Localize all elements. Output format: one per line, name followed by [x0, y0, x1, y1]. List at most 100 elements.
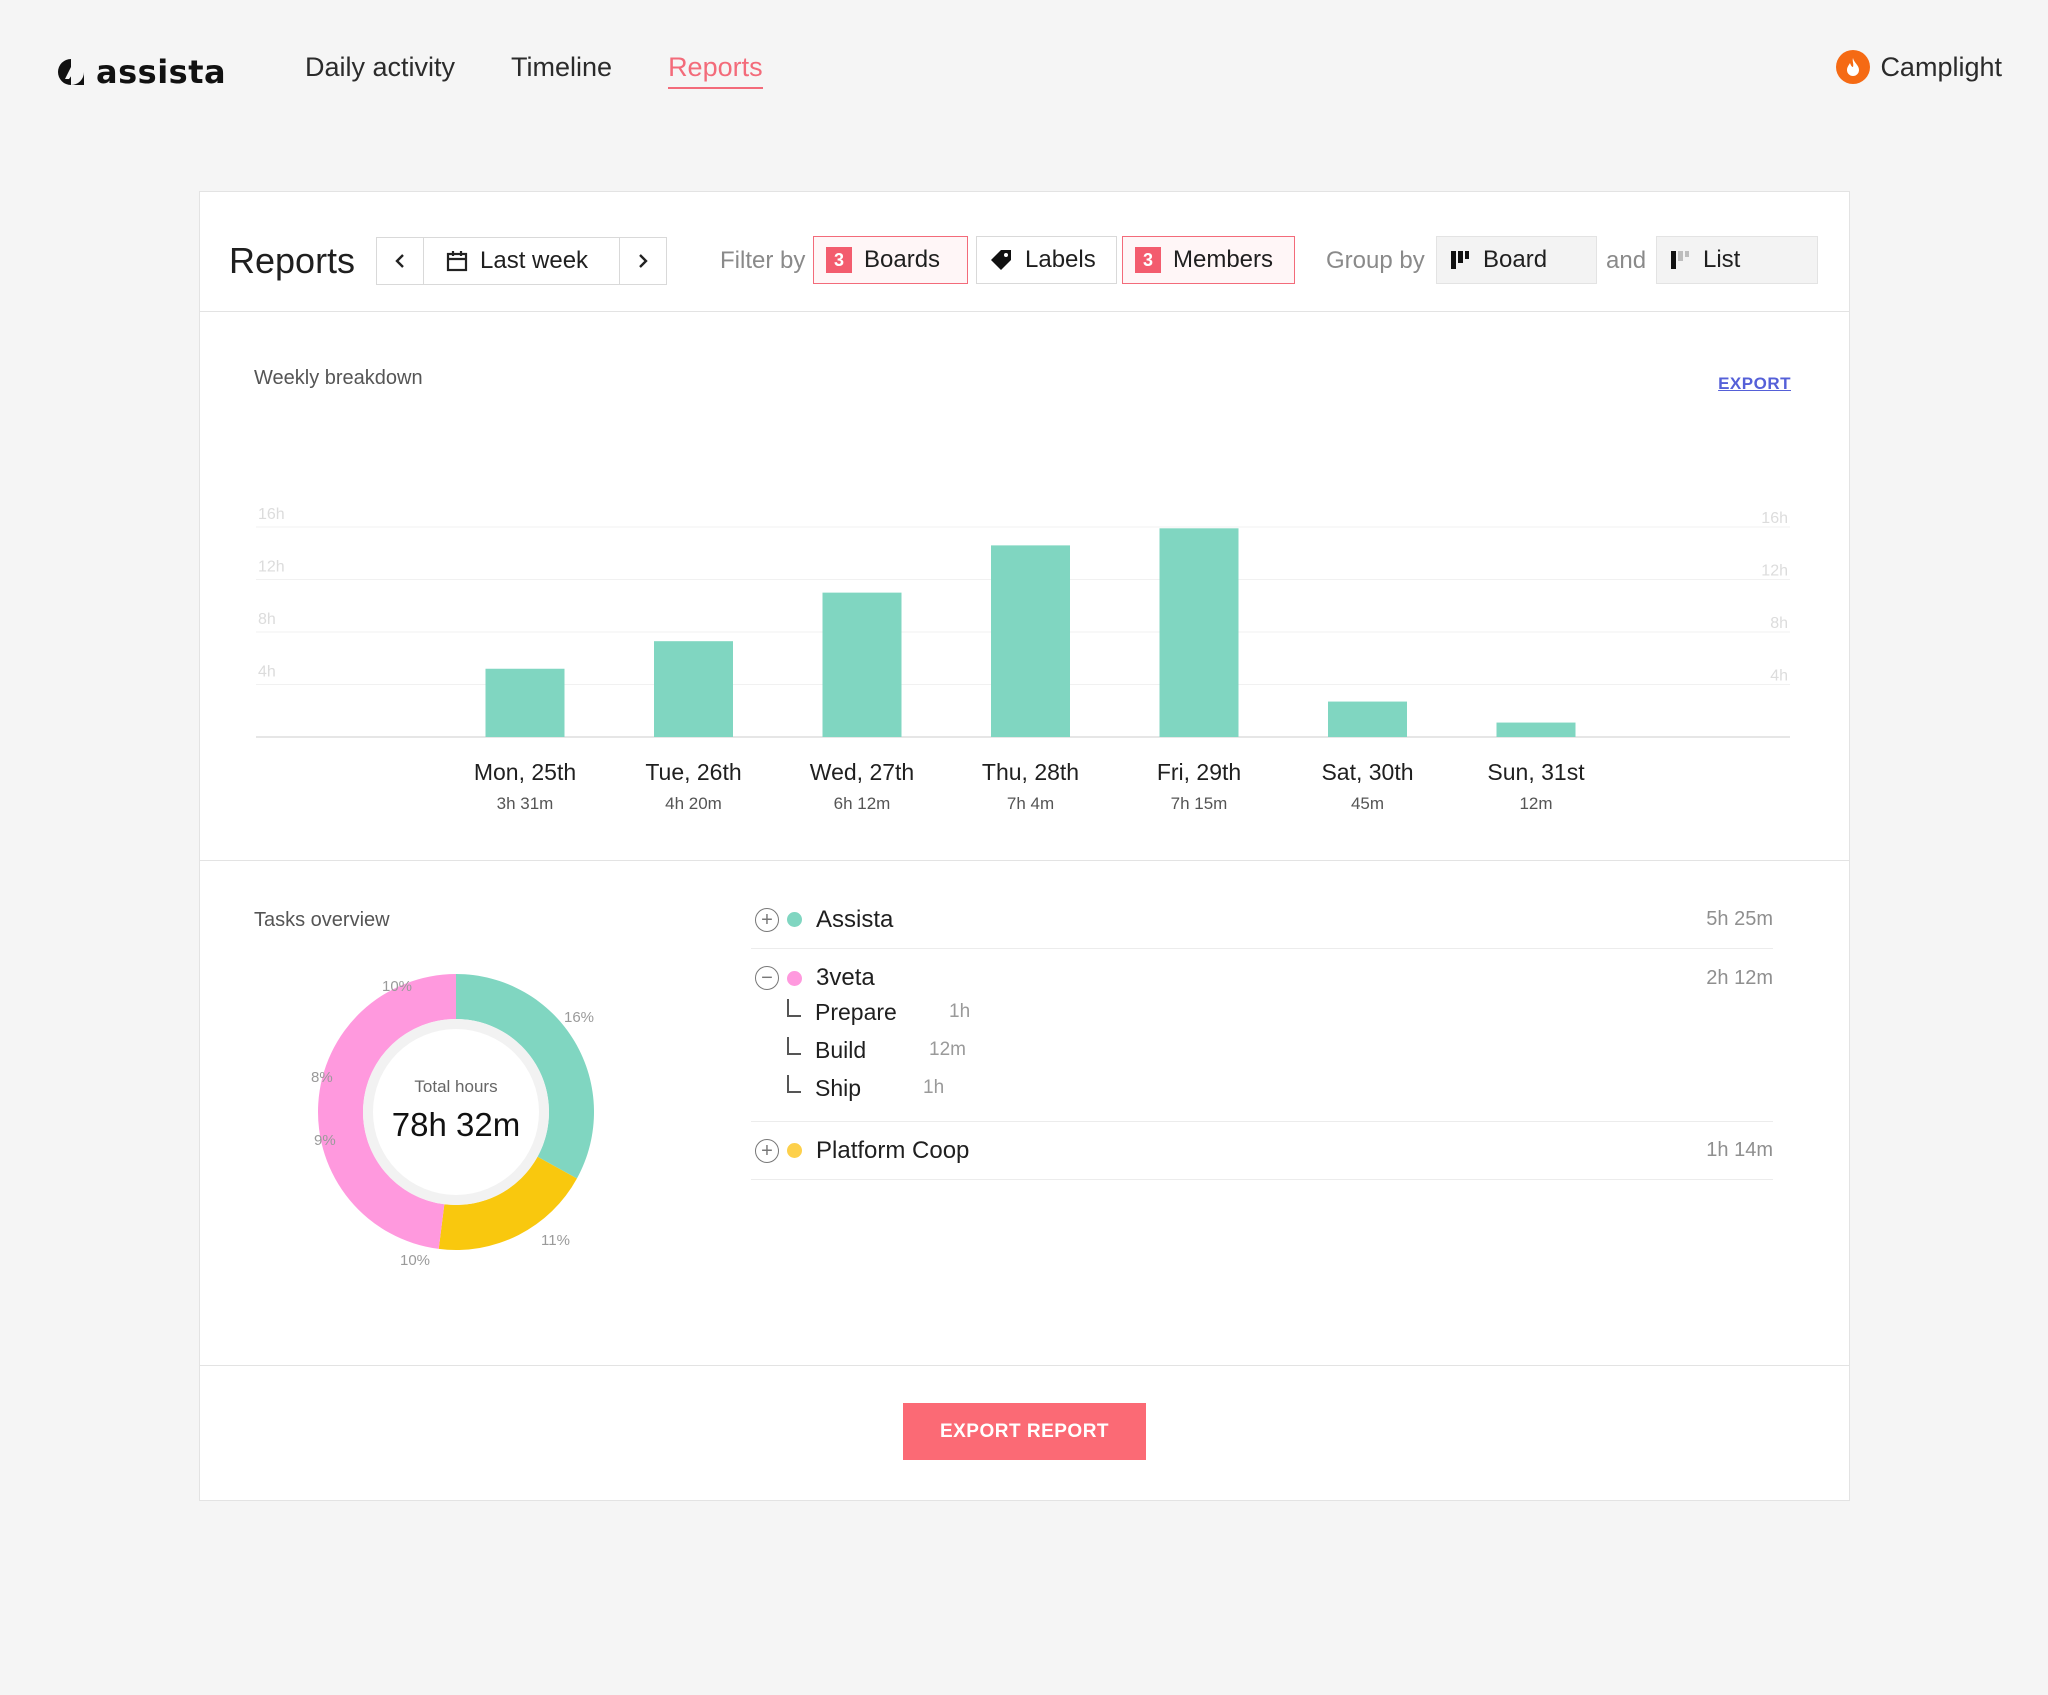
y-tick-label-left: 12h	[258, 559, 285, 576]
task-time: 5h 25m	[1706, 908, 1773, 930]
top-bar: assista Daily activity Timeline Reports …	[0, 0, 2048, 145]
y-tick-label-left: 8h	[258, 611, 276, 628]
report-toolbar: Reports Last week Filter by 3 Boards Lab…	[200, 192, 1849, 312]
weekly-breakdown-section: Weekly breakdown EXPORT 16h 16h 12h 12h 8h 8h…	[200, 312, 1849, 861]
board-icon	[1451, 251, 1469, 269]
next-period-button[interactable]	[620, 238, 666, 284]
subtask-time: 12m	[929, 1039, 966, 1060]
calendar-icon	[446, 251, 468, 272]
org-switcher[interactable]: Camplight	[1836, 50, 2002, 84]
donut-percent-label: 16%	[564, 1009, 594, 1026]
bar-value-label: 7h 15m	[1171, 794, 1228, 813]
donut-title: Total hours	[414, 1077, 497, 1096]
logo[interactable]: assista	[56, 52, 226, 92]
donut-percent-label: 9%	[314, 1132, 336, 1149]
filter-by-label: Filter by	[720, 247, 806, 274]
donut-percent-label: 8%	[311, 1069, 333, 1086]
tree-branch-icon	[787, 1075, 801, 1093]
labels-filter-label: Labels	[1025, 246, 1096, 273]
date-range-label: Last week	[480, 247, 589, 274]
x-tick-label: Wed, 27th	[810, 759, 914, 785]
y-tick-label-left: 4h	[258, 664, 276, 681]
nav-timeline[interactable]: Timeline	[511, 52, 612, 89]
subtask-row-build[interactable]: Build 12m	[751, 1031, 1773, 1069]
prev-period-button[interactable]	[377, 238, 423, 284]
bar-2	[654, 641, 733, 737]
bar-5	[1159, 528, 1239, 737]
task-time: 2h 12m	[1706, 966, 1773, 989]
bar-1	[485, 668, 565, 737]
subtask-time: 1h	[949, 1001, 971, 1022]
y-tick-label-left: 16h	[258, 506, 285, 523]
bar-7	[1496, 722, 1576, 737]
flame-icon	[1836, 50, 1871, 84]
expand-plus-icon[interactable]: +	[755, 907, 779, 932]
export-report-button[interactable]: EXPORT REPORT	[903, 1403, 1146, 1460]
total-hours-donut-chart: Total hours 78h 32m 16% 11% 10% 9% 8% 10%	[311, 974, 594, 1269]
bar-value-label: 12m	[1519, 794, 1552, 813]
tree-branch-icon	[787, 1037, 801, 1055]
members-filter[interactable]: 3 Members	[1122, 236, 1295, 284]
date-range-button[interactable]: Last week	[423, 238, 620, 284]
and-label: and	[1606, 247, 1647, 274]
subtask-row-prepare[interactable]: Prepare 1h	[751, 993, 1773, 1031]
x-tick-label: Sat, 30th	[1321, 759, 1413, 785]
group-by-label: Group by	[1326, 247, 1425, 274]
subtask-name: Ship	[815, 1074, 862, 1101]
report-footer: EXPORT REPORT	[200, 1366, 1849, 1502]
task-row-3veta[interactable]: − 3veta 2h 12m Prepare 1h Build 12m Ship…	[751, 949, 1773, 1122]
list-icon	[1671, 251, 1689, 269]
group-primary-select[interactable]: Board	[1436, 236, 1597, 284]
group-primary-label: Board	[1483, 246, 1548, 273]
bar-4	[991, 545, 1070, 737]
members-filter-label: Members	[1173, 246, 1274, 273]
subtask-name: Prepare	[815, 998, 897, 1025]
boards-count-badge: 3	[826, 247, 852, 273]
bar-value-label: 6h 12m	[834, 794, 891, 813]
bar-6	[1328, 701, 1407, 737]
board-color-dot	[787, 970, 802, 986]
bar-value-label: 3h 31m	[497, 794, 554, 813]
tasks-overview-title: Tasks overview	[254, 909, 390, 931]
x-tick-label: Mon, 25th	[474, 759, 576, 785]
x-tick-label: Thu, 28th	[982, 759, 1079, 785]
board-color-dot	[787, 1143, 802, 1158]
tasks-overview-section: Tasks overview Total hours 78h 32m 16% 11% 1…	[200, 861, 1849, 1366]
y-tick-label-right: 12h	[1761, 563, 1788, 580]
collapse-minus-icon[interactable]: −	[755, 966, 779, 990]
nav-reports[interactable]: Reports	[668, 52, 763, 89]
bar-3	[822, 592, 902, 737]
org-name: Camplight	[1880, 51, 2002, 82]
x-tick-label: Tue, 26th	[645, 759, 741, 785]
tree-branch-icon	[787, 999, 801, 1017]
donut-total: 78h 32m	[392, 1106, 520, 1143]
task-name: 3veta	[816, 964, 875, 991]
task-name: Assista	[816, 905, 894, 933]
task-name: Platform Coop	[816, 1136, 970, 1164]
y-tick-label-right: 8h	[1770, 615, 1788, 632]
assista-logo-icon	[58, 59, 84, 85]
bar-value-label: 4h 20m	[665, 794, 722, 813]
page-title: Reports	[229, 240, 356, 281]
donut-percent-label: 11%	[541, 1232, 570, 1249]
y-tick-label-right: 4h	[1770, 668, 1788, 685]
report-card: Reports Last week Filter by 3 Boards Lab…	[199, 191, 1850, 1501]
chevron-left-icon	[395, 254, 404, 268]
members-count-badge: 3	[1135, 247, 1161, 273]
task-row-assista[interactable]: + Assista 5h 25m	[751, 891, 1773, 949]
board-color-dot	[787, 912, 802, 927]
date-range-picker: Last week	[376, 237, 667, 285]
bar-value-label: 7h 4m	[1007, 794, 1054, 813]
nav-daily-activity[interactable]: Daily activity	[305, 52, 455, 89]
labels-filter[interactable]: Labels	[976, 236, 1117, 284]
logo-text: assista	[96, 53, 227, 91]
x-tick-label: Fri, 29th	[1157, 759, 1241, 785]
task-row-platform-coop[interactable]: + Platform Coop 1h 14m	[751, 1122, 1773, 1180]
donut-percent-label: 10%	[382, 978, 412, 995]
expand-plus-icon[interactable]: +	[755, 1138, 779, 1163]
group-secondary-select[interactable]: List	[1656, 236, 1818, 284]
boards-filter[interactable]: 3 Boards	[813, 236, 968, 284]
subtask-row-ship[interactable]: Ship 1h	[751, 1069, 1773, 1107]
subtask-name: Build	[815, 1036, 867, 1063]
y-tick-label-right: 16h	[1761, 510, 1788, 527]
